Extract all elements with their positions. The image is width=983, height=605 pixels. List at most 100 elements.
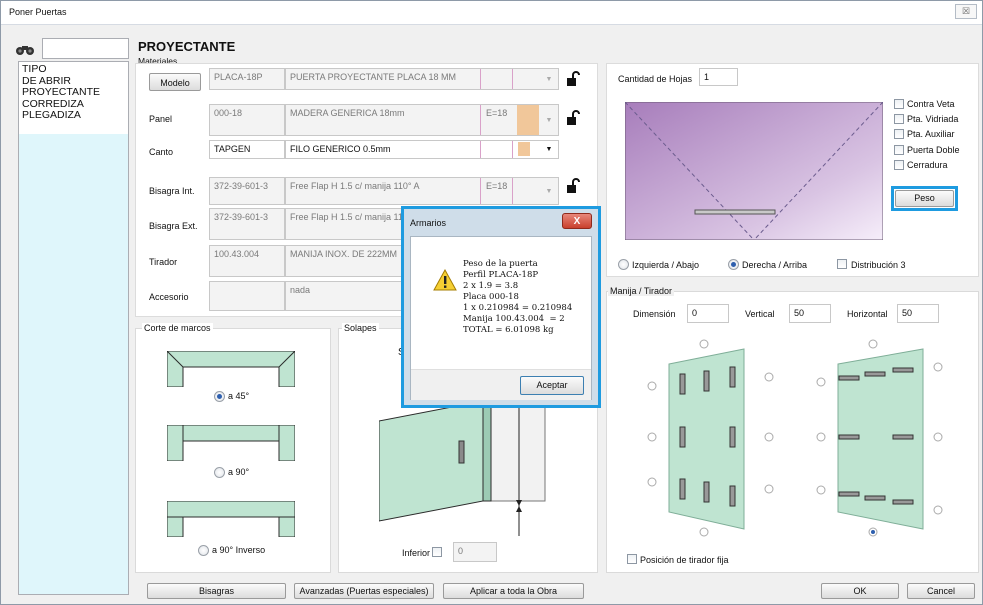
panel-color-swatch xyxy=(517,105,539,135)
window-close-button[interactable]: ☒ xyxy=(955,4,977,19)
inferior-input[interactable]: 0 xyxy=(453,542,497,562)
corte-45-label: a 45° xyxy=(228,391,250,401)
solapes-door-diagram xyxy=(379,401,546,536)
accesorio-desc-field[interactable]: nada xyxy=(285,281,405,311)
corte-marcos-title: Corte de marcos xyxy=(142,323,213,333)
distribucion-checkbox[interactable] xyxy=(837,259,847,269)
page-title: PROYECTANTE xyxy=(138,39,236,54)
hojas-label: Cantidad de Hojas xyxy=(618,74,693,84)
bisagra-ext-label: Bisagra Ext. xyxy=(149,221,198,231)
canto-desc-text: FILO GENERICO 0.5mm xyxy=(290,144,391,154)
bisagra-int-desc-text: Free Flap H 1.5 c/ manija 110° A xyxy=(290,181,420,191)
modelo-desc-text: PUERTA PROYECTANTE PLACA 18 MM xyxy=(290,72,457,82)
hojas-input[interactable]: 1 xyxy=(699,68,738,86)
title-bar: Poner Puertas ☒ xyxy=(1,1,982,25)
column-divider xyxy=(512,69,513,89)
dimension-input[interactable]: 0 xyxy=(687,304,729,323)
pta-vidriada-label: Pta. Vidriada xyxy=(907,114,959,124)
door-type-list[interactable]: TIPO DE ABRIR PROYECTANTE CORREDIZA PLEG… xyxy=(18,61,129,595)
ok-button[interactable]: OK xyxy=(821,583,899,599)
lock-open-icon[interactable] xyxy=(567,71,581,87)
dialog-body: Peso de la puerta Perfil PLACA-18P 2 x 1… xyxy=(410,236,592,400)
pta-auxiliar-label: Pta. Auxiliar xyxy=(907,129,955,139)
lock-open-icon[interactable] xyxy=(567,110,581,126)
modelo-desc-field[interactable]: PUERTA PROYECTANTE PLACA 18 MM xyxy=(285,68,559,90)
inferior-checkbox[interactable] xyxy=(432,547,442,557)
solapes-title: Solapes xyxy=(342,323,379,333)
derecha-radio[interactable] xyxy=(728,259,739,270)
lock-open-icon[interactable] xyxy=(567,178,581,194)
frame-45-diagram xyxy=(167,351,295,387)
horizontal-label: Horizontal xyxy=(847,309,888,319)
list-item[interactable]: PLEGADIZA xyxy=(19,109,128,122)
peso-button[interactable]: Peso xyxy=(895,190,954,207)
accesorio-desc-text: nada xyxy=(290,285,311,295)
pta-auxiliar-checkbox[interactable] xyxy=(894,129,904,139)
search-input[interactable] xyxy=(42,38,129,59)
avanzadas-button[interactable]: Avanzadas (Puertas especiales) xyxy=(294,583,434,599)
corte-90-radio[interactable] xyxy=(214,467,225,478)
panel-thickness: E=18 xyxy=(486,108,508,118)
bisagra-ext-code-field[interactable]: 372-39-601-3 xyxy=(209,208,285,240)
column-divider xyxy=(480,105,481,135)
aplicar-obra-button[interactable]: Aplicar a toda la Obra xyxy=(443,583,584,599)
column-divider xyxy=(480,141,481,158)
chevron-down-icon[interactable]: ▼ xyxy=(542,110,556,130)
bisagras-button[interactable]: Bisagras xyxy=(147,583,286,599)
chevron-down-icon[interactable]: ▼ xyxy=(542,139,556,159)
dialog-line: Placa 000-18 xyxy=(463,292,519,302)
dialog-title: Armarios xyxy=(410,218,447,228)
izquierda-radio[interactable] xyxy=(618,259,629,270)
canto-code-field[interactable]: TAPGEN xyxy=(209,140,285,159)
pta-vidriada-checkbox[interactable] xyxy=(894,114,904,124)
dimension-label: Dimensión xyxy=(633,309,676,319)
chevron-down-icon[interactable]: ▼ xyxy=(542,181,556,201)
warning-icon xyxy=(433,269,457,291)
bisagra-int-code-field[interactable]: 372-39-601-3 xyxy=(209,177,285,205)
horizontal-input[interactable]: 50 xyxy=(897,304,939,323)
tirador-desc-text: MANIJA INOX. DE 222MM xyxy=(290,249,398,259)
dialog-line: Manija 100.43.004 = 2 xyxy=(463,314,565,324)
dialog-line: 2 x 1.9 = 3.8 xyxy=(463,281,519,291)
door-type-items: TIPO DE ABRIR PROYECTANTE CORREDIZA PLEG… xyxy=(19,62,128,134)
accesorio-code-field[interactable] xyxy=(209,281,285,311)
bisagra-ext-desc-text: Free Flap H 1.5 c/ manija 11 xyxy=(290,212,403,222)
cancel-button[interactable]: Cancel xyxy=(907,583,975,599)
modelo-button[interactable]: Modelo xyxy=(149,73,201,91)
corte-90-inverse-radio[interactable] xyxy=(198,545,209,556)
chevron-down-icon[interactable]: ▼ xyxy=(542,69,556,89)
main-window: Poner Puertas ☒ TIPO DE ABRIR PROYECTANT… xyxy=(0,0,983,605)
accesorio-label: Accesorio xyxy=(149,292,189,302)
search-icon[interactable] xyxy=(15,44,35,56)
tirador-code-field[interactable]: 100.43.004 xyxy=(209,245,285,277)
corte-90-label: a 90° xyxy=(228,467,250,477)
handle-horizontal-diagram xyxy=(816,339,943,537)
contra-veta-checkbox[interactable] xyxy=(894,99,904,109)
aceptar-button[interactable]: Aceptar xyxy=(520,376,584,395)
dialog-close-button[interactable]: X xyxy=(562,213,592,229)
corte-45-radio[interactable] xyxy=(214,391,225,402)
bisagra-thickness: E=18 xyxy=(486,181,508,191)
tirador-desc-field[interactable]: MANIJA INOX. DE 222MM xyxy=(285,245,405,277)
list-item[interactable]: TIPO xyxy=(19,63,128,76)
panel-code-field[interactable]: 000-18 xyxy=(209,104,285,136)
dialog-line: Perfil PLACA-18P xyxy=(463,270,539,280)
puerta-doble-checkbox[interactable] xyxy=(894,145,904,155)
dialog-line: Peso de la puerta xyxy=(463,259,538,269)
vertical-input[interactable]: 50 xyxy=(789,304,831,323)
handle-vertical-diagram xyxy=(647,339,774,537)
bisagra-int-desc-field[interactable]: Free Flap H 1.5 c/ manija 110° A E=18 xyxy=(285,177,559,205)
canto-color-swatch xyxy=(518,142,530,156)
door-preview xyxy=(625,102,883,240)
armarios-dialog: Armarios X Peso de la puerta Perfil PLAC… xyxy=(401,206,601,408)
list-item[interactable]: PROYECTANTE xyxy=(19,86,128,99)
izquierda-label: Izquierda / Abajo xyxy=(632,260,700,270)
vertical-label: Vertical xyxy=(745,309,775,319)
cerradura-checkbox[interactable] xyxy=(894,160,904,170)
bisagra-ext-desc-field[interactable]: Free Flap H 1.5 c/ manija 11 xyxy=(285,208,405,240)
fixed-handle-checkbox[interactable] xyxy=(627,554,637,564)
frame-90-diagram xyxy=(167,425,295,461)
modelo-code-field[interactable]: PLACA-18P xyxy=(209,68,285,90)
inferior-label: Inferior xyxy=(402,548,431,558)
cerradura-label: Cerradura xyxy=(907,160,948,170)
